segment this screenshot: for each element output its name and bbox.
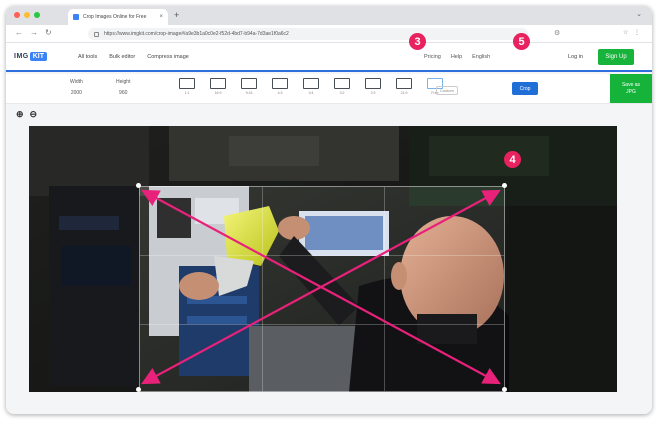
ratio-box-icon xyxy=(241,78,257,89)
ratio-box-icon xyxy=(334,78,350,89)
site-nav: All tools Bulk editor Compress image xyxy=(78,54,189,60)
height-value[interactable]: 960 xyxy=(116,90,130,96)
back-icon[interactable]: ← xyxy=(15,28,23,37)
ratio-box-icon xyxy=(303,78,319,89)
arrow-top-left xyxy=(141,189,322,288)
height-field[interactable]: Height 960 xyxy=(116,79,130,96)
tab-favicon-icon xyxy=(73,14,79,20)
step-badge-5: 5 xyxy=(513,33,530,50)
arrow-bottom-left xyxy=(141,286,322,385)
logo-text-left: IMG xyxy=(14,53,29,60)
ratio-box-icon xyxy=(179,78,195,89)
browser-nav-buttons: ← → ↻ xyxy=(15,28,52,37)
width-label: Width xyxy=(70,79,83,85)
width-field[interactable]: Width 2000 xyxy=(70,79,83,96)
header-links: Pricing Help English xyxy=(424,54,490,60)
preset-label: 9:16 xyxy=(245,91,253,95)
aspect-ratio-presets: 1:1 16:9 9:16 4:3 3:4 3:2 2:3 21:9 Free xyxy=(174,78,448,95)
ratio-box-icon xyxy=(272,78,288,89)
drag-arrows xyxy=(141,189,501,385)
site-header: IMG KIT All tools Bulk editor Compress i… xyxy=(6,43,652,72)
lock-icon xyxy=(94,31,99,37)
image-canvas[interactable] xyxy=(29,126,617,392)
preset-label: 4:3 xyxy=(277,91,283,95)
crop-toolbar: Width 2000 Height 960 1:1 16:9 9:16 4:3 … xyxy=(6,74,652,104)
browser-window: Crop Images Online for Free × + ⌄ ← → ↻ … xyxy=(6,6,652,414)
url-text: https://www.imgkit.com/crop-image#/a9e3b… xyxy=(104,31,289,37)
ratio-box-icon xyxy=(365,78,381,89)
width-value[interactable]: 2000 xyxy=(70,90,83,96)
height-label: Height xyxy=(116,79,131,85)
preset-label: 3:2 xyxy=(339,91,345,95)
nav-item-compress[interactable]: Compress image xyxy=(147,54,189,60)
preset-1-1[interactable]: 1:1 xyxy=(174,78,200,95)
preset-4-3[interactable]: 4:3 xyxy=(267,78,293,95)
ratio-box-icon xyxy=(396,78,412,89)
zoom-controls: ⊕ ⊖ xyxy=(16,109,37,120)
preset-21-9[interactable]: 21:9 xyxy=(391,78,417,95)
close-window-icon[interactable] xyxy=(14,12,20,18)
reload-icon[interactable]: ↻ xyxy=(45,28,52,37)
address-bar-row: ← → ↻ https://www.imgkit.com/crop-image#… xyxy=(6,25,652,43)
minimize-window-icon[interactable] xyxy=(24,12,30,18)
browser-tab[interactable]: Crop Images Online for Free × xyxy=(68,9,168,25)
arrow-top-right xyxy=(320,189,501,288)
nav-item-bulk-editor[interactable]: Bulk editor xyxy=(109,54,135,60)
save-button[interactable]: Save as JPG xyxy=(610,74,652,103)
window-controls xyxy=(14,12,40,18)
preset-2-3[interactable]: 2:3 xyxy=(360,78,386,95)
preset-label: 2:3 xyxy=(370,91,376,95)
tab-close-icon[interactable]: × xyxy=(159,14,163,20)
preset-9-16[interactable]: 9:16 xyxy=(236,78,262,95)
language-selector[interactable]: English xyxy=(472,54,490,60)
pricing-link[interactable]: Pricing xyxy=(424,54,441,60)
zoom-in-icon[interactable]: ⊕ xyxy=(16,109,24,120)
bottom-area xyxy=(6,394,652,414)
preset-label: 3:4 xyxy=(308,91,314,95)
nav-item-all-tools[interactable]: All tools xyxy=(78,54,97,60)
preset-label: 21:9 xyxy=(400,91,408,95)
extensions-icon[interactable]: ⚙ xyxy=(554,29,560,37)
custom-ratio-chip[interactable]: Custom xyxy=(436,86,458,95)
site-logo[interactable]: IMG KIT xyxy=(14,52,48,61)
signup-button[interactable]: Sign Up xyxy=(598,49,634,65)
maximize-window-icon[interactable] xyxy=(34,12,40,18)
browser-tab-bar: Crop Images Online for Free × + ⌄ xyxy=(6,6,652,25)
step-badge-4: 4 xyxy=(504,151,521,168)
browser-menu-icons[interactable]: ☆ ⋮ xyxy=(623,29,642,36)
tab-title: Crop Images Online for Free xyxy=(83,14,147,20)
arrow-bottom-right xyxy=(320,286,501,385)
preset-3-4[interactable]: 3:4 xyxy=(298,78,324,95)
login-link[interactable]: Log in xyxy=(568,54,583,60)
preset-16-9[interactable]: 16:9 xyxy=(205,78,231,95)
new-tab-button[interactable]: + xyxy=(174,10,179,20)
ratio-box-icon xyxy=(210,78,226,89)
crop-button[interactable]: Crop xyxy=(512,82,538,95)
preset-label: 16:9 xyxy=(214,91,222,95)
address-bar[interactable]: https://www.imgkit.com/crop-image#/a9e3b… xyxy=(88,28,528,40)
forward-icon[interactable]: → xyxy=(30,28,38,37)
preset-3-2[interactable]: 3:2 xyxy=(329,78,355,95)
zoom-out-icon[interactable]: ⊖ xyxy=(30,109,38,120)
step-badge-3: 3 xyxy=(409,33,426,50)
logo-text-mid: KIT xyxy=(29,52,48,61)
help-link[interactable]: Help xyxy=(451,54,462,60)
tab-list-chevron-icon[interactable]: ⌄ xyxy=(636,10,642,18)
preset-label: 1:1 xyxy=(184,91,190,95)
